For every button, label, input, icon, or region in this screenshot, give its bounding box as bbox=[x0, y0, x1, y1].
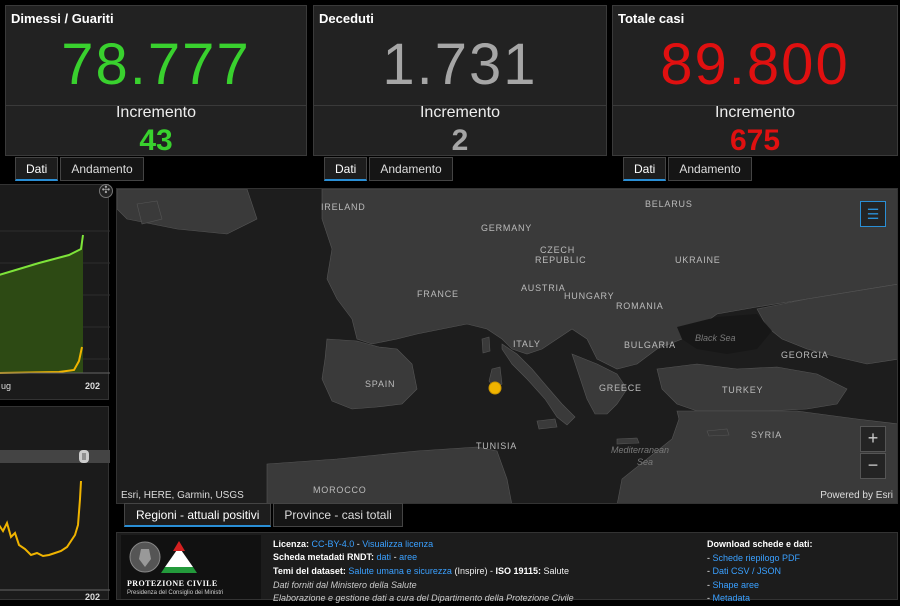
daily-chart-graphic bbox=[0, 450, 110, 591]
legend-list-button[interactable]: ☰ bbox=[860, 201, 886, 227]
daily-chart-panel: 202 bbox=[0, 406, 110, 602]
scheda-separator: - bbox=[391, 552, 400, 562]
tab-andamento[interactable]: Andamento bbox=[60, 157, 144, 181]
chart-x-label-start: ug bbox=[1, 381, 12, 391]
card-increment-label: Incremento bbox=[115, 104, 197, 121]
chart-x-label-end: 202 bbox=[85, 381, 101, 391]
map-label-republic: REPUBLIC bbox=[535, 255, 587, 265]
download-link-item: - Shape aree bbox=[707, 580, 760, 590]
expand-icon[interactable]: ✣ bbox=[99, 184, 113, 198]
tab-province[interactable]: Province - casi totali bbox=[273, 503, 403, 527]
tabs-totale: Dati Andamento bbox=[623, 157, 754, 181]
map-view[interactable]: IRELAND BELARUS GERMANY CZECH REPUBLIC U… bbox=[116, 188, 898, 504]
map-label-france: FRANCE bbox=[417, 289, 459, 299]
info-elaborazione: Elaborazione e gestione dati a cura del … bbox=[273, 593, 574, 603]
map-label-belarus: BELARUS bbox=[645, 199, 693, 209]
logo-title: PROTEZIONE CIVILE bbox=[127, 579, 218, 588]
card-increment-label: Incremento bbox=[419, 104, 501, 121]
trend-chart-panel: ug 202 bbox=[0, 184, 110, 400]
info-temi: Temi del dataset: Salute umana e sicurez… bbox=[273, 566, 569, 576]
map-label-romania: ROMANIA bbox=[616, 301, 664, 311]
map-attribution: Esri, HERE, Garmin, USGS bbox=[121, 490, 244, 501]
map-label-syria: SYRIA bbox=[751, 430, 783, 440]
logo-subtitle: Presidenza del Consiglio dei Ministri bbox=[127, 590, 224, 596]
map-label-germany: GERMANY bbox=[481, 223, 533, 233]
map-powered-by[interactable]: Powered by Esri bbox=[820, 490, 893, 501]
map-label-austria: AUSTRIA bbox=[521, 283, 566, 293]
protezione-civile-logo: PROTEZIONE CIVILE Presidenza del Consigl… bbox=[121, 535, 261, 599]
map-label-ukraine: UKRAINE bbox=[675, 255, 721, 265]
map-label-black-sea: Black Sea bbox=[695, 333, 736, 343]
zoom-in-button[interactable]: + bbox=[860, 426, 886, 452]
card-value: 78.777 bbox=[61, 32, 251, 97]
licenza-label: Licenza: bbox=[273, 539, 310, 549]
tab-andamento[interactable]: Andamento bbox=[369, 157, 453, 181]
zoom-out-button[interactable]: − bbox=[860, 453, 886, 479]
temi-link[interactable]: Salute umana e sicurezza bbox=[348, 566, 452, 576]
download-metadata-link[interactable]: Metadata bbox=[713, 593, 751, 603]
iso-label: ISO 19115: bbox=[495, 566, 542, 576]
trend-chart-graphic bbox=[0, 230, 110, 374]
map-label-georgia: GEORGIA bbox=[781, 350, 829, 360]
tab-andamento[interactable]: Andamento bbox=[668, 157, 752, 181]
tabs-dimessi: Dati Andamento bbox=[15, 157, 146, 181]
temi-rest: (Inspire) - bbox=[454, 566, 493, 576]
tab-dati[interactable]: Dati bbox=[324, 157, 368, 181]
tab-dati[interactable]: Dati bbox=[15, 157, 59, 181]
map-label-ireland: IRELAND bbox=[321, 202, 366, 212]
download-schede-link[interactable]: Schede riepilogo PDF bbox=[713, 553, 801, 563]
map-label-spain: SPAIN bbox=[365, 379, 396, 389]
map-label-greece: GREECE bbox=[599, 383, 642, 393]
map-label-turkey: TURKEY bbox=[722, 385, 764, 395]
card-increment-value: 2 bbox=[451, 124, 469, 157]
map-label-italy: ITALY bbox=[513, 339, 541, 349]
download-link-item: - Dati CSV / JSON bbox=[707, 566, 782, 576]
map-label-czech: CZECH bbox=[540, 245, 575, 255]
map-case-marker[interactable] bbox=[488, 381, 502, 395]
scheda-dati-link[interactable]: dati bbox=[377, 552, 392, 562]
tabs-deceduti: Dati Andamento bbox=[324, 157, 455, 181]
info-dati-forniti: Dati forniti dal Ministero della Salute bbox=[273, 580, 417, 590]
map-label-bulgaria: BULGARIA bbox=[624, 340, 676, 350]
card-value: 1.731 bbox=[382, 32, 538, 97]
map-tabs: Regioni - attuali positivi Province - ca… bbox=[124, 503, 405, 527]
map-label-sea: Sea bbox=[637, 457, 654, 467]
download-link-item: - Schede riepilogo PDF bbox=[707, 553, 801, 563]
chart-x-label-end: 202 bbox=[85, 592, 101, 602]
visualizza-licenza-link[interactable]: Visualizza licenza bbox=[362, 539, 433, 549]
iso-value: Salute bbox=[543, 566, 570, 576]
map-basemap bbox=[117, 189, 897, 503]
logo-emblem bbox=[129, 541, 197, 573]
map-label-morocco: MOROCCO bbox=[313, 485, 367, 495]
tab-regioni[interactable]: Regioni - attuali positivi bbox=[124, 503, 272, 527]
map-label-hungary: HUNGARY bbox=[564, 291, 615, 301]
info-licenza: Licenza: CC-BY-4.0 - Visualizza licenza bbox=[273, 539, 433, 549]
card-increment-value: 675 bbox=[729, 124, 781, 157]
list-icon: ☰ bbox=[866, 206, 880, 222]
scheda-aree-link[interactable]: aree bbox=[399, 552, 417, 562]
licenza-link[interactable]: CC-BY-4.0 bbox=[312, 539, 355, 549]
temi-label: Temi del dataset: bbox=[273, 566, 346, 576]
card-totale-casi: Totale casi 89.800 Incremento 675 bbox=[612, 5, 898, 156]
card-dimessi-guariti: Dimessi / Guariti 78.777 Incremento 43 bbox=[5, 5, 307, 156]
card-increment-label: Incremento bbox=[714, 104, 796, 121]
card-value: 89.800 bbox=[660, 32, 850, 97]
info-panel: PROTEZIONE CIVILE Presidenza del Consigl… bbox=[116, 532, 898, 603]
info-scheda: Scheda metadati RNDT: dati - aree bbox=[273, 552, 417, 562]
map-label-mediterranean: Mediterranean bbox=[611, 445, 670, 455]
card-title: Dimessi / Guariti bbox=[11, 11, 114, 26]
download-csv-link[interactable]: Dati CSV / JSON bbox=[713, 566, 782, 576]
download-link-item: - Metadata bbox=[707, 593, 751, 603]
card-deceduti: Deceduti 1.731 Incremento 2 bbox=[313, 5, 607, 156]
card-title: Deceduti bbox=[319, 11, 374, 26]
scheda-label: Scheda metadati RNDT: bbox=[273, 552, 375, 562]
download-shape-link[interactable]: Shape aree bbox=[713, 580, 760, 590]
tab-dati[interactable]: Dati bbox=[623, 157, 667, 181]
download-title: Download schede e dati: bbox=[707, 539, 813, 549]
map-label-tunisia: TUNISIA bbox=[476, 441, 518, 451]
card-title: Totale casi bbox=[618, 11, 685, 26]
card-increment-value: 43 bbox=[139, 124, 173, 157]
